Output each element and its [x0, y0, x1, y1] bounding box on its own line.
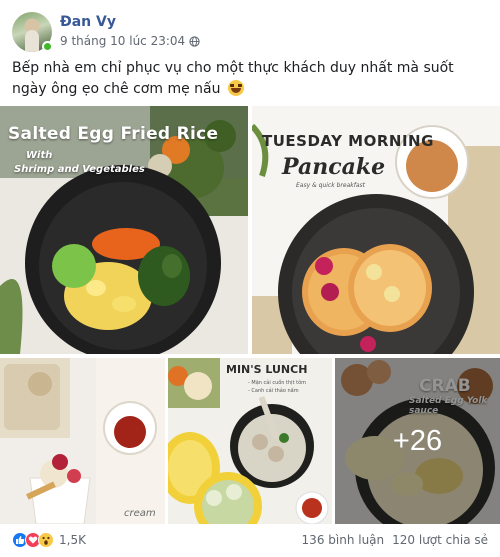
reactions-summary[interactable]: 1,5K	[12, 532, 86, 548]
engagement-stats: 136 bình luận 120 lượt chia sẻ	[302, 533, 488, 547]
photo-1-title: Salted Egg Fried Rice	[8, 124, 219, 144]
globe-icon[interactable]	[189, 35, 200, 47]
photo-4-subtitle-1: - Mặn cải cuốn thịt tôm	[248, 380, 307, 386]
wow-reaction-icon	[38, 532, 54, 548]
online-status-dot	[42, 41, 53, 52]
laughing-emoji-icon	[227, 80, 244, 96]
photo-3-illustration	[0, 358, 165, 524]
photo-crab-more[interactable]: CRAB Salted Egg Yolk sauce +26	[335, 358, 500, 524]
post-timestamp[interactable]: 9 tháng 10 lúc 23:04	[60, 34, 185, 48]
photo-dessert-cups[interactable]: cream	[0, 358, 165, 524]
reaction-count[interactable]: 1,5K	[59, 533, 86, 547]
photo-2-title-line2: Pancake	[282, 154, 386, 180]
photo-salted-egg-fried-rice[interactable]: Salted Egg Fried Rice With Shrimp and Ve…	[0, 106, 248, 354]
photo-4-subtitle-2: - Canh cải thảo nấm	[248, 388, 299, 394]
photo-tuesday-pancake[interactable]: TUESDAY MORNING Pancake Easy & quick bre…	[252, 106, 500, 354]
photo-grid: Salted Egg Fried Rice With Shrimp and Ve…	[0, 106, 500, 524]
shares-count[interactable]: 120 lượt chia sẻ	[392, 533, 488, 547]
post-header: Đan Vy 9 tháng 10 lúc 23:04	[12, 12, 488, 52]
more-photos-overlay[interactable]: +26	[335, 358, 500, 524]
photo-4-title: MIN'S LUNCH	[226, 363, 308, 376]
photo-1-subtitle-with: With	[26, 150, 53, 161]
photo-mins-lunch[interactable]: MIN'S LUNCH - Mặn cải cuốn thịt tôm - Ca…	[168, 358, 332, 524]
post-meta: 9 tháng 10 lúc 23:04	[60, 34, 200, 48]
photo-2-title-line1: TUESDAY MORNING	[262, 132, 434, 150]
author-name[interactable]: Đan Vy	[60, 14, 116, 30]
photo-1-subtitle: Shrimp and Vegetables	[14, 164, 145, 175]
photo-3-caption: cream	[124, 508, 156, 519]
photo-2-subtitle: Easy & quick breakfast	[296, 182, 365, 189]
comments-count[interactable]: 136 bình luận	[302, 533, 385, 547]
post-footer: 1,5K 136 bình luận 120 lượt chia sẻ	[12, 530, 488, 552]
post-text: Bếp nhà em chỉ phục vụ cho một thực khác…	[12, 58, 488, 100]
